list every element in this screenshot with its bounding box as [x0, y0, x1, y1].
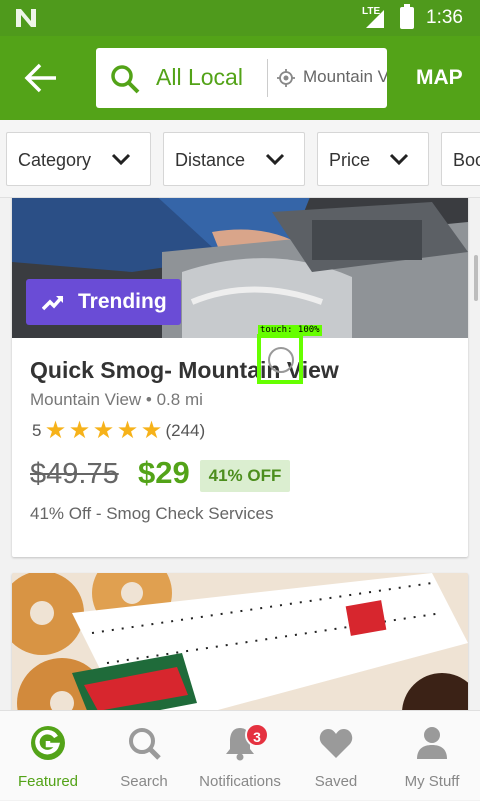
star-icon: ★ [140, 417, 163, 444]
clock: 1:36 [426, 7, 463, 28]
nav-search[interactable]: Search [96, 711, 192, 801]
search-query[interactable]: All Local [156, 64, 243, 91]
notification-count-badge: 3 [245, 723, 269, 747]
rating: 5 ★ ★ ★ ★ ★ (244) [32, 417, 206, 444]
touch-indicator-label: touch: 100% [258, 325, 322, 336]
discount-badge: 41% OFF [200, 460, 290, 492]
nav-label: Saved [314, 773, 358, 790]
trending-badge: Trending [26, 279, 181, 325]
deal-feed[interactable]: Trending Quick Smog- Mountain View Mount… [0, 198, 480, 710]
deal-image: Trending [12, 198, 468, 338]
chip-label: Category [18, 150, 92, 170]
review-count: (244) [165, 421, 206, 440]
deal-price: $29 [138, 455, 190, 490]
search-divider [267, 59, 268, 97]
nav-my-stuff[interactable]: My Stuff [384, 711, 480, 801]
nav-notifications[interactable]: 3 Notifications [192, 711, 288, 801]
chip-label: Distance [175, 150, 246, 170]
chevron-down-icon [265, 153, 285, 166]
distance-filter[interactable]: Distance [163, 132, 305, 186]
nav-label: Featured [17, 773, 79, 790]
groupon-g-icon [31, 726, 65, 760]
heart-icon [319, 729, 353, 758]
star-icon: ★ [44, 417, 67, 444]
scrollbar[interactable] [474, 255, 478, 301]
battery-icon [400, 4, 414, 29]
app-notification-icon [16, 9, 36, 27]
chevron-down-icon [111, 153, 131, 166]
signal-icon [366, 10, 384, 28]
booking-filter[interactable]: Booking [441, 132, 480, 186]
star-icon: ★ [68, 417, 91, 444]
bottom-navigation: Featured Search 3 Notifications Saved My… [0, 710, 480, 800]
deal-image [12, 573, 468, 710]
star-icon: ★ [92, 417, 115, 444]
category-filter[interactable]: Category [6, 132, 151, 186]
deal-card[interactable]: Trending Quick Smog- Mountain View Mount… [12, 198, 468, 557]
map-button[interactable]: MAP [416, 66, 463, 90]
deal-card[interactable] [12, 573, 468, 710]
chevron-down-icon [389, 153, 409, 166]
deal-description: 41% Off - Smog Check Services [30, 504, 274, 523]
deal-location: Mountain View • 0.8 mi [30, 390, 203, 409]
nav-label: My Stuff [404, 773, 460, 790]
original-price: $49.75 [30, 458, 119, 490]
app-bar: All Local Mountain View MAP [0, 36, 480, 120]
location-field[interactable]: Mountain View [303, 67, 387, 87]
person-icon [417, 727, 447, 759]
donut-box-illustration [12, 573, 468, 710]
search-icon [129, 728, 161, 760]
star-icon: ★ [116, 417, 139, 444]
filter-bar: Category Distance Price Booking [0, 120, 480, 198]
nav-featured[interactable]: Featured [0, 711, 96, 801]
search-icon [111, 65, 140, 94]
location-target-icon [277, 69, 295, 87]
nav-saved[interactable]: Saved [288, 711, 384, 801]
chip-label: Booking [453, 150, 480, 170]
nav-label: Search [120, 773, 168, 790]
price-filter[interactable]: Price [317, 132, 429, 186]
chip-label: Price [329, 150, 371, 170]
search-box[interactable]: All Local Mountain View [96, 48, 387, 108]
back-arrow-icon[interactable] [24, 62, 58, 94]
status-bar: LTE 1:36 [0, 0, 480, 36]
nav-label: Notifications [199, 773, 281, 790]
rating-value: 5 [32, 421, 42, 440]
trending-label: Trending [78, 290, 167, 313]
touch-indicator [257, 334, 303, 384]
trending-up-icon [42, 295, 64, 311]
